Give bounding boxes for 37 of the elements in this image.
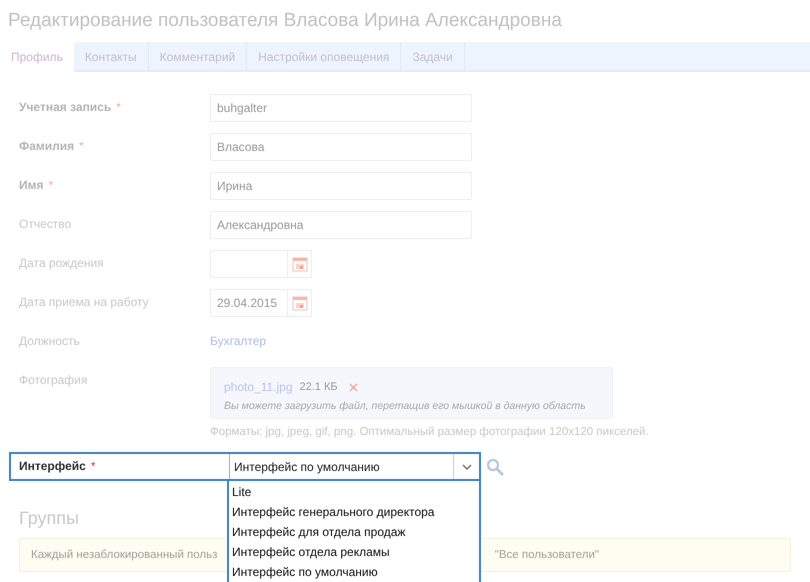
field-label: Имя	[19, 177, 44, 194]
dropdown-option[interactable]: Lite	[229, 482, 479, 502]
file-size: 22.1 КБ	[300, 380, 338, 395]
required-mark: *	[79, 138, 84, 155]
tab[interactable]: Профиль	[0, 42, 74, 72]
tab[interactable]: Комментарий	[148, 42, 248, 72]
calendar-icon[interactable]	[292, 256, 308, 272]
required-mark: *	[116, 99, 121, 116]
field-label: Фамилия	[19, 138, 74, 155]
tab[interactable]: Задачи	[401, 42, 465, 72]
field-label: Интерфейс	[19, 458, 86, 476]
notice-text: Каждый незаблокированный польз	[31, 548, 218, 563]
tab[interactable]: Контакты	[74, 42, 149, 72]
dropdown-option[interactable]: Интерфейс отдела рекламы	[229, 542, 479, 562]
text-field[interactable]: Ирина	[210, 172, 472, 200]
text-field[interactable]: Власова	[210, 133, 472, 161]
text-field[interactable]: buhgalter	[210, 94, 472, 122]
text-field[interactable]: Александровна	[210, 211, 472, 239]
file-drop-area[interactable]: photo_11.jpg 22.1 КБ Вы можете загрузить файл, перетащив его мышкой в данную область	[210, 367, 613, 419]
required-mark: *	[48, 177, 54, 194]
date-field[interactable]: 29.04.2015	[210, 289, 312, 317]
date-field[interactable]	[210, 250, 312, 278]
position-link[interactable]: Бухгалтер	[210, 328, 266, 348]
notice-text: "Все пользователи"	[494, 548, 599, 563]
drop-hint: Вы можете загрузить файл, перетащив его мышкой в данную область	[224, 399, 587, 414]
close-icon[interactable]	[348, 382, 358, 392]
field-label: Учетная запись	[19, 99, 112, 116]
search-icon[interactable]	[486, 458, 504, 476]
dropdown-option[interactable]: Интерфейс для отдела продаж	[229, 522, 479, 542]
dropdown-option[interactable]: Интерфейс генерального директора	[229, 502, 479, 522]
required-mark: *	[90, 458, 96, 476]
dropdown-option[interactable]: Интерфейс по умолчанию	[229, 562, 479, 582]
calendar-icon[interactable]	[292, 295, 308, 311]
tab[interactable]: Настройки оповещения	[247, 42, 402, 72]
file-name-link[interactable]: photo_11.jpg	[224, 378, 293, 396]
page-title: Редактирование пользователя Власова Ирина Александровна	[7, 9, 563, 33]
chevron-down-icon	[462, 464, 472, 470]
